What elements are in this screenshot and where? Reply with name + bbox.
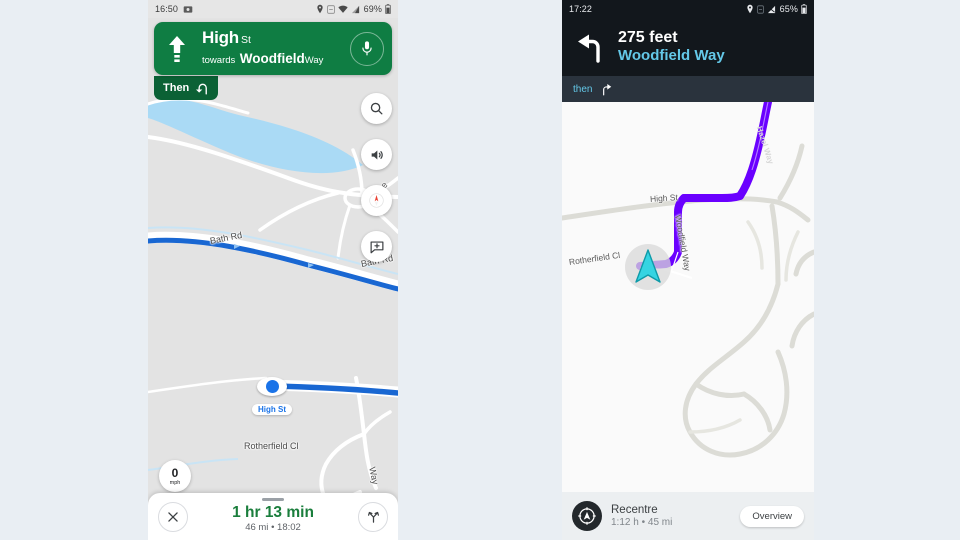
trip-distance: 46 mi [245, 522, 269, 534]
eta-details: 46 mi • 18:02 [188, 522, 358, 533]
speed-value: 0 [171, 465, 179, 480]
trip-summary: 1:12 h • 45 mi [611, 517, 731, 530]
battery-icon [385, 4, 391, 14]
maneuver-icon-container [154, 34, 200, 64]
dnd-icon [326, 4, 335, 14]
location-icon [317, 4, 323, 14]
recentre-bottom-bar: Recentre 1:12 h • 45 mi Overview [562, 492, 814, 540]
search-icon [370, 102, 383, 115]
detail-separator: • [271, 522, 275, 534]
add-report-icon [370, 240, 383, 253]
street-line: High St [202, 27, 350, 48]
left-status-bar: 16:50 69% [148, 0, 398, 18]
map-label-rotherfield-cl: Rotherfield Cl [244, 441, 299, 451]
then-maneuver-chip[interactable]: Then [154, 76, 219, 100]
arrival-time: 18:02 [277, 522, 301, 534]
eta-minutes: 13 min [264, 503, 314, 521]
battery-percent-right: 65% [779, 4, 798, 14]
instruction-text: High St towards WoodfieldWay [200, 27, 350, 69]
microphone-icon [362, 40, 372, 55]
right-map-vector [562, 102, 814, 540]
compass-button[interactable] [361, 185, 392, 216]
volume-button[interactable] [361, 139, 392, 170]
location-icon [747, 4, 753, 14]
trip-bottom-sheet[interactable]: 1 hr 13 min 46 mi • 18:02 [148, 493, 398, 540]
close-icon [168, 511, 178, 522]
recentre-label: Recentre [611, 503, 658, 516]
signal-icon [767, 5, 775, 13]
status-time-right: 17:22 [569, 4, 593, 14]
maneuver-icon-container-right [562, 30, 618, 64]
then-label-right: then [573, 83, 593, 95]
trip-separator: • [641, 516, 646, 528]
left-phone-screen: Bath Rd Bath Rd Rotherfield Cl ate Way H… [148, 0, 398, 540]
right-phone-screen: High St Rotherfield Cl Hazel Way Woodfie… [562, 0, 814, 540]
dnd-icon [756, 4, 764, 14]
eta-duration: 1 hr 13 min [188, 504, 358, 522]
recentre-text-block: Recentre 1:12 h • 45 mi [611, 503, 731, 530]
right-map-canvas[interactable]: High St Rotherfield Cl Hazel Way Woodfie… [562, 102, 814, 540]
route-options-button[interactable] [358, 501, 388, 532]
trip-distance-right: 45 mi [647, 516, 673, 528]
signal-icon [351, 5, 359, 13]
speaker-icon [371, 150, 383, 159]
navigation-instruction-banner[interactable]: High St towards WoodfieldWay [154, 22, 392, 75]
compass-icon [369, 193, 384, 208]
screenshot-icon [183, 5, 193, 13]
then-label: Then [163, 82, 190, 94]
street-type: St [240, 33, 251, 46]
turn-left-icon [578, 34, 600, 63]
towards-name: Woodfield [239, 51, 305, 67]
recentre-icon [578, 507, 596, 525]
towards-prefix: towards [202, 55, 236, 67]
recentre-button[interactable] [572, 501, 602, 531]
search-button[interactable] [361, 93, 392, 124]
battery-percent: 69% [363, 4, 382, 14]
end-navigation-button[interactable] [158, 501, 188, 532]
u-turn-left-icon [196, 83, 208, 94]
straight-arrow-icon [169, 35, 185, 62]
report-button[interactable] [361, 231, 392, 262]
status-icons-right: 65% [746, 4, 807, 14]
right-navigation-header[interactable]: 275 feet Woodfield Way [562, 18, 814, 76]
overview-button[interactable]: Overview [740, 505, 804, 527]
speed-unit: mph [169, 479, 181, 486]
voice-mic-button[interactable] [350, 31, 384, 66]
trip-time: 1:12 h [611, 516, 639, 528]
towards-type: Way [304, 55, 324, 67]
current-location-puck [257, 377, 287, 396]
current-road-pill: High St [252, 404, 292, 415]
wifi-icon [338, 5, 348, 13]
right-status-bar: 17:22 65% [562, 0, 814, 18]
eta-hours: 1 hr [232, 503, 261, 521]
speedometer-badge[interactable]: 0 mph [159, 460, 191, 492]
right-map-label-high-st: High St [649, 192, 679, 204]
eta-summary: 1 hr 13 min 46 mi • 18:02 [188, 504, 358, 534]
location-dot-icon [265, 380, 279, 393]
status-time: 16:50 [155, 4, 179, 14]
right-instruction-text: 275 feet Woodfield Way [618, 28, 814, 66]
towards-line: towards WoodfieldWay [202, 49, 350, 68]
distance-to-maneuver: 275 feet [618, 29, 678, 47]
battery-icon [801, 4, 807, 14]
status-icons: 69% [316, 4, 391, 14]
sheet-grabber[interactable] [262, 498, 284, 501]
street-name: High [202, 27, 239, 47]
turn-right-icon [603, 83, 612, 96]
route-alternatives-icon [367, 511, 379, 523]
next-road-name: Woodfield Way [618, 47, 725, 65]
screenshot-stage: Bath Rd Bath Rd Rotherfield Cl ate Way H… [0, 0, 960, 540]
right-then-bar[interactable]: then [562, 76, 814, 102]
